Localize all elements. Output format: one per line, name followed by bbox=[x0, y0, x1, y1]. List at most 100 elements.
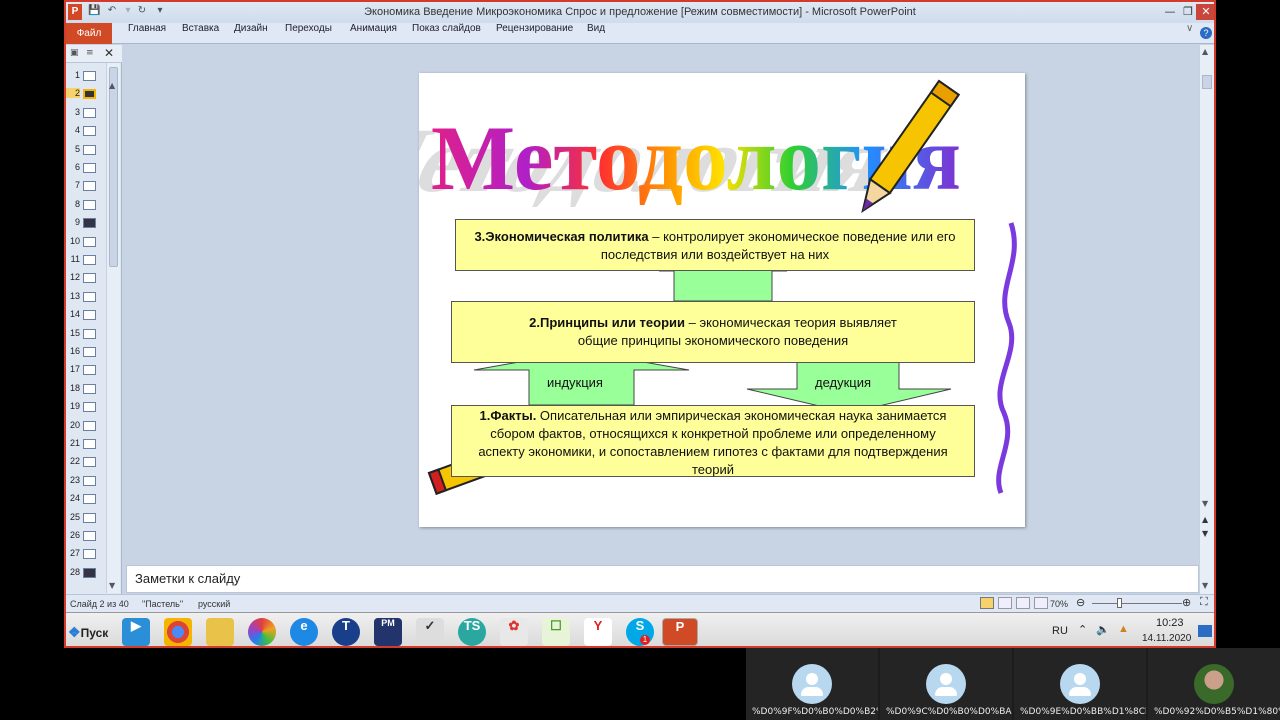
facts-box[interactable]: 1.Факты. Описательная или эмпирическая э… bbox=[451, 405, 975, 477]
slide-thumbnail[interactable]: 25 bbox=[66, 509, 108, 527]
tab-review[interactable]: Рецензирование bbox=[496, 23, 573, 44]
show-desktop-icon[interactable] bbox=[1198, 625, 1212, 637]
slide-sorter-icon[interactable] bbox=[998, 597, 1012, 609]
app-icon-e[interactable]: e bbox=[290, 618, 318, 646]
thumbnail-preview[interactable] bbox=[83, 71, 96, 81]
participant-tile[interactable]: %D0%92%D0%B5%D1%80%D0%B0... bbox=[1148, 648, 1280, 720]
thumbnail-preview[interactable] bbox=[83, 126, 96, 137]
slide-thumbnail[interactable]: 21 bbox=[66, 435, 108, 453]
thumbnail-preview[interactable] bbox=[83, 273, 96, 284]
parrot-app-icon[interactable]: ✿ bbox=[500, 618, 528, 646]
thumbnail-preview[interactable] bbox=[83, 199, 96, 210]
scroll-down-icon[interactable]: ▼ bbox=[109, 581, 115, 590]
slide-thumbnail[interactable]: 6 bbox=[66, 159, 108, 177]
file-explorer-icon[interactable] bbox=[206, 618, 234, 646]
zoom-in-icon[interactable]: ⊕ bbox=[1182, 596, 1191, 609]
thumbnail-preview[interactable] bbox=[83, 457, 96, 468]
thumbnail-preview[interactable] bbox=[83, 439, 96, 449]
next-slide-icon[interactable]: ▼ bbox=[1202, 529, 1208, 538]
language-tray[interactable]: RU bbox=[1052, 625, 1068, 637]
slide-thumbnail[interactable]: 2 bbox=[66, 85, 108, 103]
normal-view-icon[interactable] bbox=[980, 597, 994, 609]
slide-thumbnail[interactable]: 17 bbox=[66, 361, 108, 379]
slide-thumbnail[interactable]: 22 bbox=[66, 453, 108, 471]
chrome-icon[interactable] bbox=[164, 618, 192, 646]
tab-file[interactable]: Файл bbox=[66, 23, 112, 44]
chart-app-icon[interactable]: ☐ bbox=[542, 618, 570, 646]
slide-thumbnail[interactable]: 5 bbox=[66, 141, 108, 159]
tab-slideshow[interactable]: Показ слайдов bbox=[412, 23, 481, 44]
tab-design[interactable]: Дизайн bbox=[234, 23, 268, 44]
ts-app-icon[interactable]: TS bbox=[458, 618, 486, 646]
thumbnail-preview[interactable] bbox=[83, 567, 96, 578]
slide-thumbnail[interactable]: 1 bbox=[66, 67, 108, 85]
thumbnail-preview[interactable] bbox=[83, 420, 96, 431]
thumbnail-preview[interactable] bbox=[83, 310, 96, 321]
tab-home[interactable]: Главная bbox=[128, 23, 166, 44]
slide-thumbnail[interactable]: 28 bbox=[66, 564, 108, 582]
slide-thumbnail[interactable]: 12 bbox=[66, 269, 108, 287]
policy-box[interactable]: 3.Экономическая политика – контролирует … bbox=[455, 219, 975, 271]
thumbnail-preview[interactable] bbox=[83, 163, 96, 173]
slide-thumbnail[interactable]: 23 bbox=[66, 472, 108, 490]
slide-thumbnail[interactable]: 14 bbox=[66, 306, 108, 324]
tab-insert[interactable]: Вставка bbox=[182, 23, 219, 44]
thumbnail-preview[interactable] bbox=[83, 255, 96, 265]
participant-tile[interactable]: %D0%9F%D0%B0%D0%B2%D0%B... bbox=[746, 648, 878, 720]
thumbnail-preview[interactable] bbox=[83, 347, 96, 357]
theory-box[interactable]: 2.Принципы или теории – экономическая те… bbox=[451, 301, 975, 363]
thumbnail-preview[interactable] bbox=[83, 144, 96, 155]
zoom-slider[interactable] bbox=[1092, 603, 1182, 604]
minimize-button[interactable]: — bbox=[1162, 4, 1178, 20]
tab-animations[interactable]: Анимация bbox=[350, 23, 397, 44]
slideshow-icon[interactable] bbox=[1034, 597, 1048, 609]
slide-thumbnail[interactable]: 10 bbox=[66, 233, 108, 251]
tab-view[interactable]: Вид bbox=[587, 23, 605, 44]
ribbon-collapse-icon[interactable]: ∨ bbox=[1186, 23, 1193, 44]
scroll-thumb[interactable] bbox=[109, 67, 118, 267]
slide-thumbnail[interactable]: 15 bbox=[66, 325, 108, 343]
thumbnail-preview[interactable] bbox=[83, 218, 96, 229]
slide-thumbnail[interactable]: 7 bbox=[66, 177, 108, 195]
thumbnail-preview[interactable] bbox=[83, 383, 96, 394]
slide-thumbnail[interactable]: 4 bbox=[66, 122, 108, 140]
slide-vertical-scrollbar[interactable]: ▲ ▼ ▲ ▼ ▼ bbox=[1199, 45, 1214, 594]
slide-thumbnail[interactable]: 11 bbox=[66, 251, 108, 269]
help-icon[interactable]: ? bbox=[1200, 27, 1212, 39]
slides-tab-icon[interactable]: ▣ bbox=[70, 48, 79, 58]
reading-view-icon[interactable] bbox=[1016, 597, 1030, 609]
slide-edit-area[interactable]: Методология Методология 3.Экономическая … bbox=[123, 45, 1199, 556]
thumbnail-preview[interactable] bbox=[83, 291, 96, 302]
slide-scroll-thumb[interactable] bbox=[1202, 75, 1212, 89]
language-indicator[interactable]: русский bbox=[198, 599, 230, 609]
outline-tab-icon[interactable]: ≡ bbox=[86, 48, 94, 58]
thumbnail-preview[interactable] bbox=[83, 89, 96, 100]
thumbnail-preview[interactable] bbox=[83, 328, 96, 339]
scroll-up-icon[interactable]: ▲ bbox=[109, 81, 115, 90]
powerpoint-taskbar-icon[interactable]: P bbox=[662, 618, 698, 646]
thumbnail-scrollbar[interactable]: ▲ ▼ bbox=[106, 63, 120, 593]
slide-thumbnail[interactable]: 27 bbox=[66, 545, 108, 563]
participant-tile[interactable]: %D0%9C%D0%B0%D0%BA%D1%81... bbox=[880, 648, 1012, 720]
slide-thumbnail[interactable]: 26 bbox=[66, 527, 108, 545]
zoom-slider-thumb[interactable] bbox=[1117, 598, 1122, 608]
slide-thumbnail[interactable]: 19 bbox=[66, 398, 108, 416]
zoom-level[interactable]: 70% bbox=[1050, 599, 1068, 609]
bird-app-icon[interactable]: ✓ bbox=[416, 618, 444, 646]
pm-app-icon[interactable]: PM bbox=[374, 618, 402, 646]
photos-icon[interactable] bbox=[248, 618, 276, 646]
thumbnail-preview[interactable] bbox=[83, 512, 96, 523]
slide-thumbnail[interactable]: 8 bbox=[66, 196, 108, 214]
slide-thumbnail[interactable]: 16 bbox=[66, 343, 108, 361]
yandex-browser-icon[interactable]: Y bbox=[584, 618, 612, 646]
tab-transitions[interactable]: Переходы bbox=[285, 23, 332, 44]
fit-to-window-icon[interactable]: ⛶ bbox=[1200, 596, 1208, 609]
thumbnail-preview[interactable] bbox=[83, 549, 96, 560]
clock-time[interactable]: 10:23 bbox=[1156, 617, 1184, 629]
slide-thumbnail[interactable]: 24 bbox=[66, 490, 108, 508]
slide-thumbnail[interactable]: 3 bbox=[66, 104, 108, 122]
network-icon[interactable]: ▲ bbox=[1118, 623, 1129, 635]
media-player-icon[interactable]: ▶ bbox=[122, 618, 150, 646]
thumbnail-preview[interactable] bbox=[83, 402, 96, 413]
tray-arrow-icon[interactable]: ⌃ bbox=[1078, 623, 1087, 636]
